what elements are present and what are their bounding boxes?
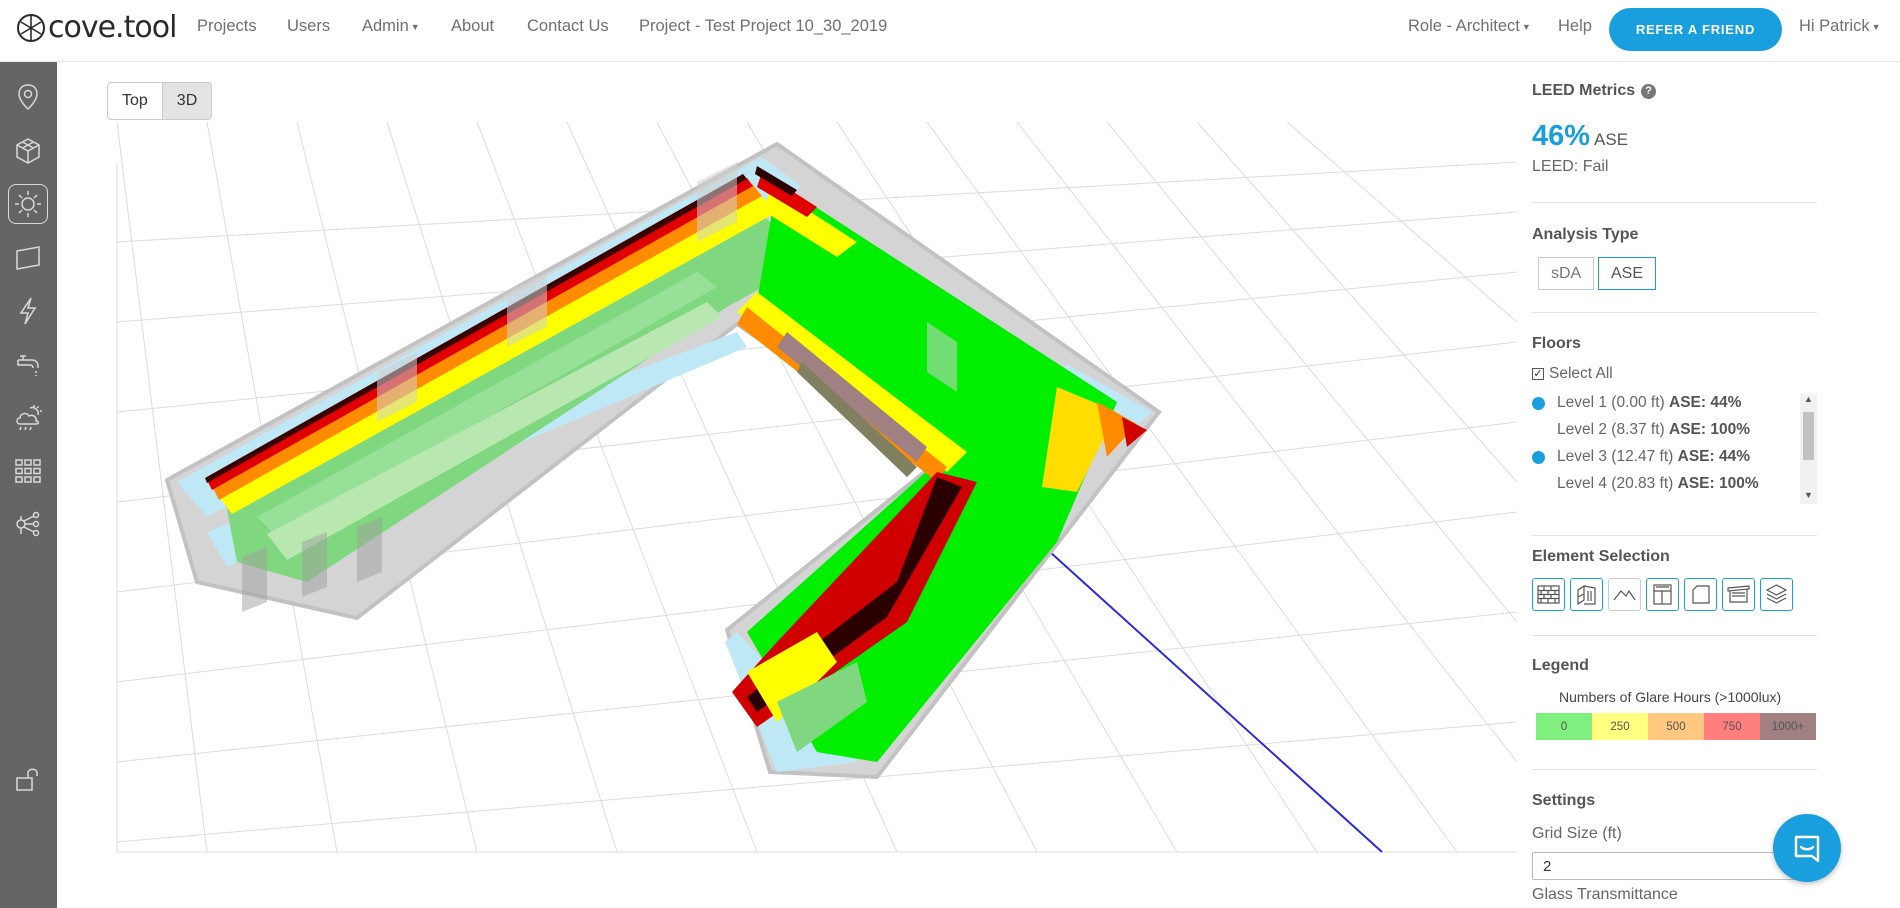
nav-admin-label: Admin	[362, 17, 409, 35]
glass-transmittance-label: Glass Transmittance	[1532, 886, 1678, 903]
legend-swatch-0: 0	[1536, 713, 1592, 740]
grid-size-label: Grid Size (ft)	[1532, 825, 1622, 842]
glazing-icon[interactable]	[1570, 578, 1603, 611]
floor-row-4[interactable]: Level 4 (20.83 ft) ASE: 100%	[1557, 475, 1759, 493]
top-navbar: cove.tool Projects Users Admin ▼ About Co…	[0, 0, 1900, 62]
shade-icon[interactable]	[1722, 578, 1755, 611]
view-top-button[interactable]: Top	[107, 82, 163, 120]
chat-launcher-button[interactable]	[1773, 814, 1841, 882]
select-all-checkbox[interactable]: ✓	[1532, 368, 1544, 380]
nav-about[interactable]: About	[451, 17, 494, 36]
daylight-3d-model[interactable]	[57, 62, 1517, 908]
left-sidebar	[0, 62, 57, 908]
floor-name: Level 3 (12.47 ft)	[1557, 448, 1674, 465]
legend-swatch-1000: 1000+	[1760, 713, 1816, 740]
floor-ase: ASE: 100%	[1669, 421, 1750, 438]
legend-swatch-500: 500	[1648, 713, 1704, 740]
floor-ase: ASE: 44%	[1677, 448, 1751, 465]
analysis-sda-button[interactable]: sDA	[1538, 257, 1595, 290]
scroll-down-icon[interactable]: ▼	[1804, 490, 1813, 500]
floor-icon[interactable]	[1684, 578, 1717, 611]
nav-project[interactable]: Project - Test Project 10_30_2019	[639, 17, 887, 36]
roof-icon[interactable]	[1608, 578, 1641, 611]
nav-projects[interactable]: Projects	[197, 17, 257, 36]
floor-ase: ASE: 100%	[1677, 475, 1759, 492]
element-selection-title: Element Selection	[1532, 548, 1670, 565]
nav-admin[interactable]: Admin ▼	[362, 17, 420, 36]
weather-icon[interactable]	[8, 398, 48, 438]
role-label: Role - Architect	[1408, 17, 1520, 35]
ase-percent-value: 46%	[1532, 120, 1591, 152]
floors-scrollbar[interactable]: ▲ ▼	[1800, 394, 1817, 504]
floor-3-selected-dot[interactable]	[1532, 451, 1545, 464]
help-icon[interactable]: ?	[1641, 84, 1657, 99]
caret-down-icon: ▼	[1521, 21, 1531, 32]
nav-contact[interactable]: Contact Us	[527, 17, 609, 36]
settings-title: Settings	[1532, 792, 1596, 809]
window-icon[interactable]	[1646, 578, 1679, 611]
legend-caption: Numbers of Glare Hours (>1000lux)	[1559, 689, 1782, 705]
ase-percent: 46% ASE	[1532, 120, 1628, 153]
floor-1-selected-dot[interactable]	[1532, 397, 1545, 410]
cube-icon[interactable]	[8, 131, 48, 171]
leed-metrics-title: LEED Metrics?	[1532, 82, 1657, 100]
refer-friend-button[interactable]: REFER A FRIEND	[1609, 8, 1782, 51]
3d-viewport[interactable]: Top 3D	[57, 62, 1517, 908]
ase-unit: ASE	[1594, 130, 1629, 149]
nav-users[interactable]: Users	[287, 17, 330, 36]
select-all-label: Select All	[1549, 365, 1613, 382]
brick-wall-icon[interactable]	[1532, 578, 1565, 611]
faucet-icon[interactable]	[8, 344, 48, 384]
legend-bar: 0 250 500 750 1000+	[1536, 713, 1816, 740]
floors-title: Floors	[1532, 335, 1581, 352]
location-icon[interactable]	[8, 77, 48, 117]
analysis-ase-button[interactable]: ASE	[1598, 257, 1657, 290]
lightning-icon[interactable]	[8, 291, 48, 331]
floor-row-3[interactable]: Level 3 (12.47 ft) ASE: 44%	[1557, 448, 1750, 466]
divider	[1532, 635, 1817, 636]
divider	[1532, 202, 1817, 203]
floor-row-1[interactable]: Level 1 (0.00 ft) ASE: 44%	[1557, 394, 1741, 412]
floor-name: Level 4 (20.83 ft)	[1557, 475, 1674, 492]
sun-icon[interactable]	[8, 184, 48, 224]
floor-plan-icon[interactable]	[8, 237, 48, 277]
user-label: Hi Patrick	[1799, 17, 1870, 35]
analysis-panel: LEED Metrics? 46% ASE LEED: Fail Analysis…	[1532, 62, 1817, 908]
cove-logo-icon	[17, 13, 45, 42]
floor-name: Level 1 (0.00 ft)	[1557, 394, 1665, 411]
analysis-type-title: Analysis Type	[1532, 226, 1639, 243]
legend-swatch-750: 750	[1704, 713, 1760, 740]
floor-row-2[interactable]: Level 2 (8.37 ft) ASE: 100%	[1557, 421, 1750, 439]
chat-icon	[1794, 835, 1820, 863]
legend-title: Legend	[1532, 657, 1589, 674]
layers-icon[interactable]	[1760, 578, 1793, 611]
logo-text: cove.tool	[48, 10, 177, 45]
select-all-row[interactable]: ✓ Select All	[1532, 365, 1613, 383]
divider	[1532, 312, 1817, 313]
role-dropdown[interactable]: Role - Architect ▼	[1408, 17, 1531, 36]
legend-swatch-250: 250	[1592, 713, 1648, 740]
divider	[1532, 535, 1817, 536]
nav-help[interactable]: Help	[1558, 17, 1592, 36]
leed-metrics-label: LEED Metrics	[1532, 82, 1636, 99]
logo[interactable]: cove.tool	[16, 10, 177, 45]
view-3d-button[interactable]: 3D	[162, 82, 213, 120]
user-menu[interactable]: Hi Patrick ▼	[1799, 17, 1881, 36]
leed-status: LEED: Fail	[1532, 158, 1609, 175]
floor-name: Level 2 (8.37 ft)	[1557, 421, 1665, 438]
view-toggle: Top 3D	[107, 82, 213, 120]
floor-ase: ASE: 44%	[1669, 394, 1742, 411]
grid-icon[interactable]	[8, 451, 48, 491]
caret-down-icon: ▼	[410, 21, 420, 32]
caret-down-icon: ▼	[1871, 21, 1881, 32]
divider	[1532, 769, 1817, 770]
scroll-thumb[interactable]	[1803, 412, 1814, 460]
scroll-up-icon[interactable]: ▲	[1804, 394, 1813, 404]
network-icon[interactable]	[8, 504, 48, 544]
unlock-icon[interactable]	[8, 759, 48, 799]
